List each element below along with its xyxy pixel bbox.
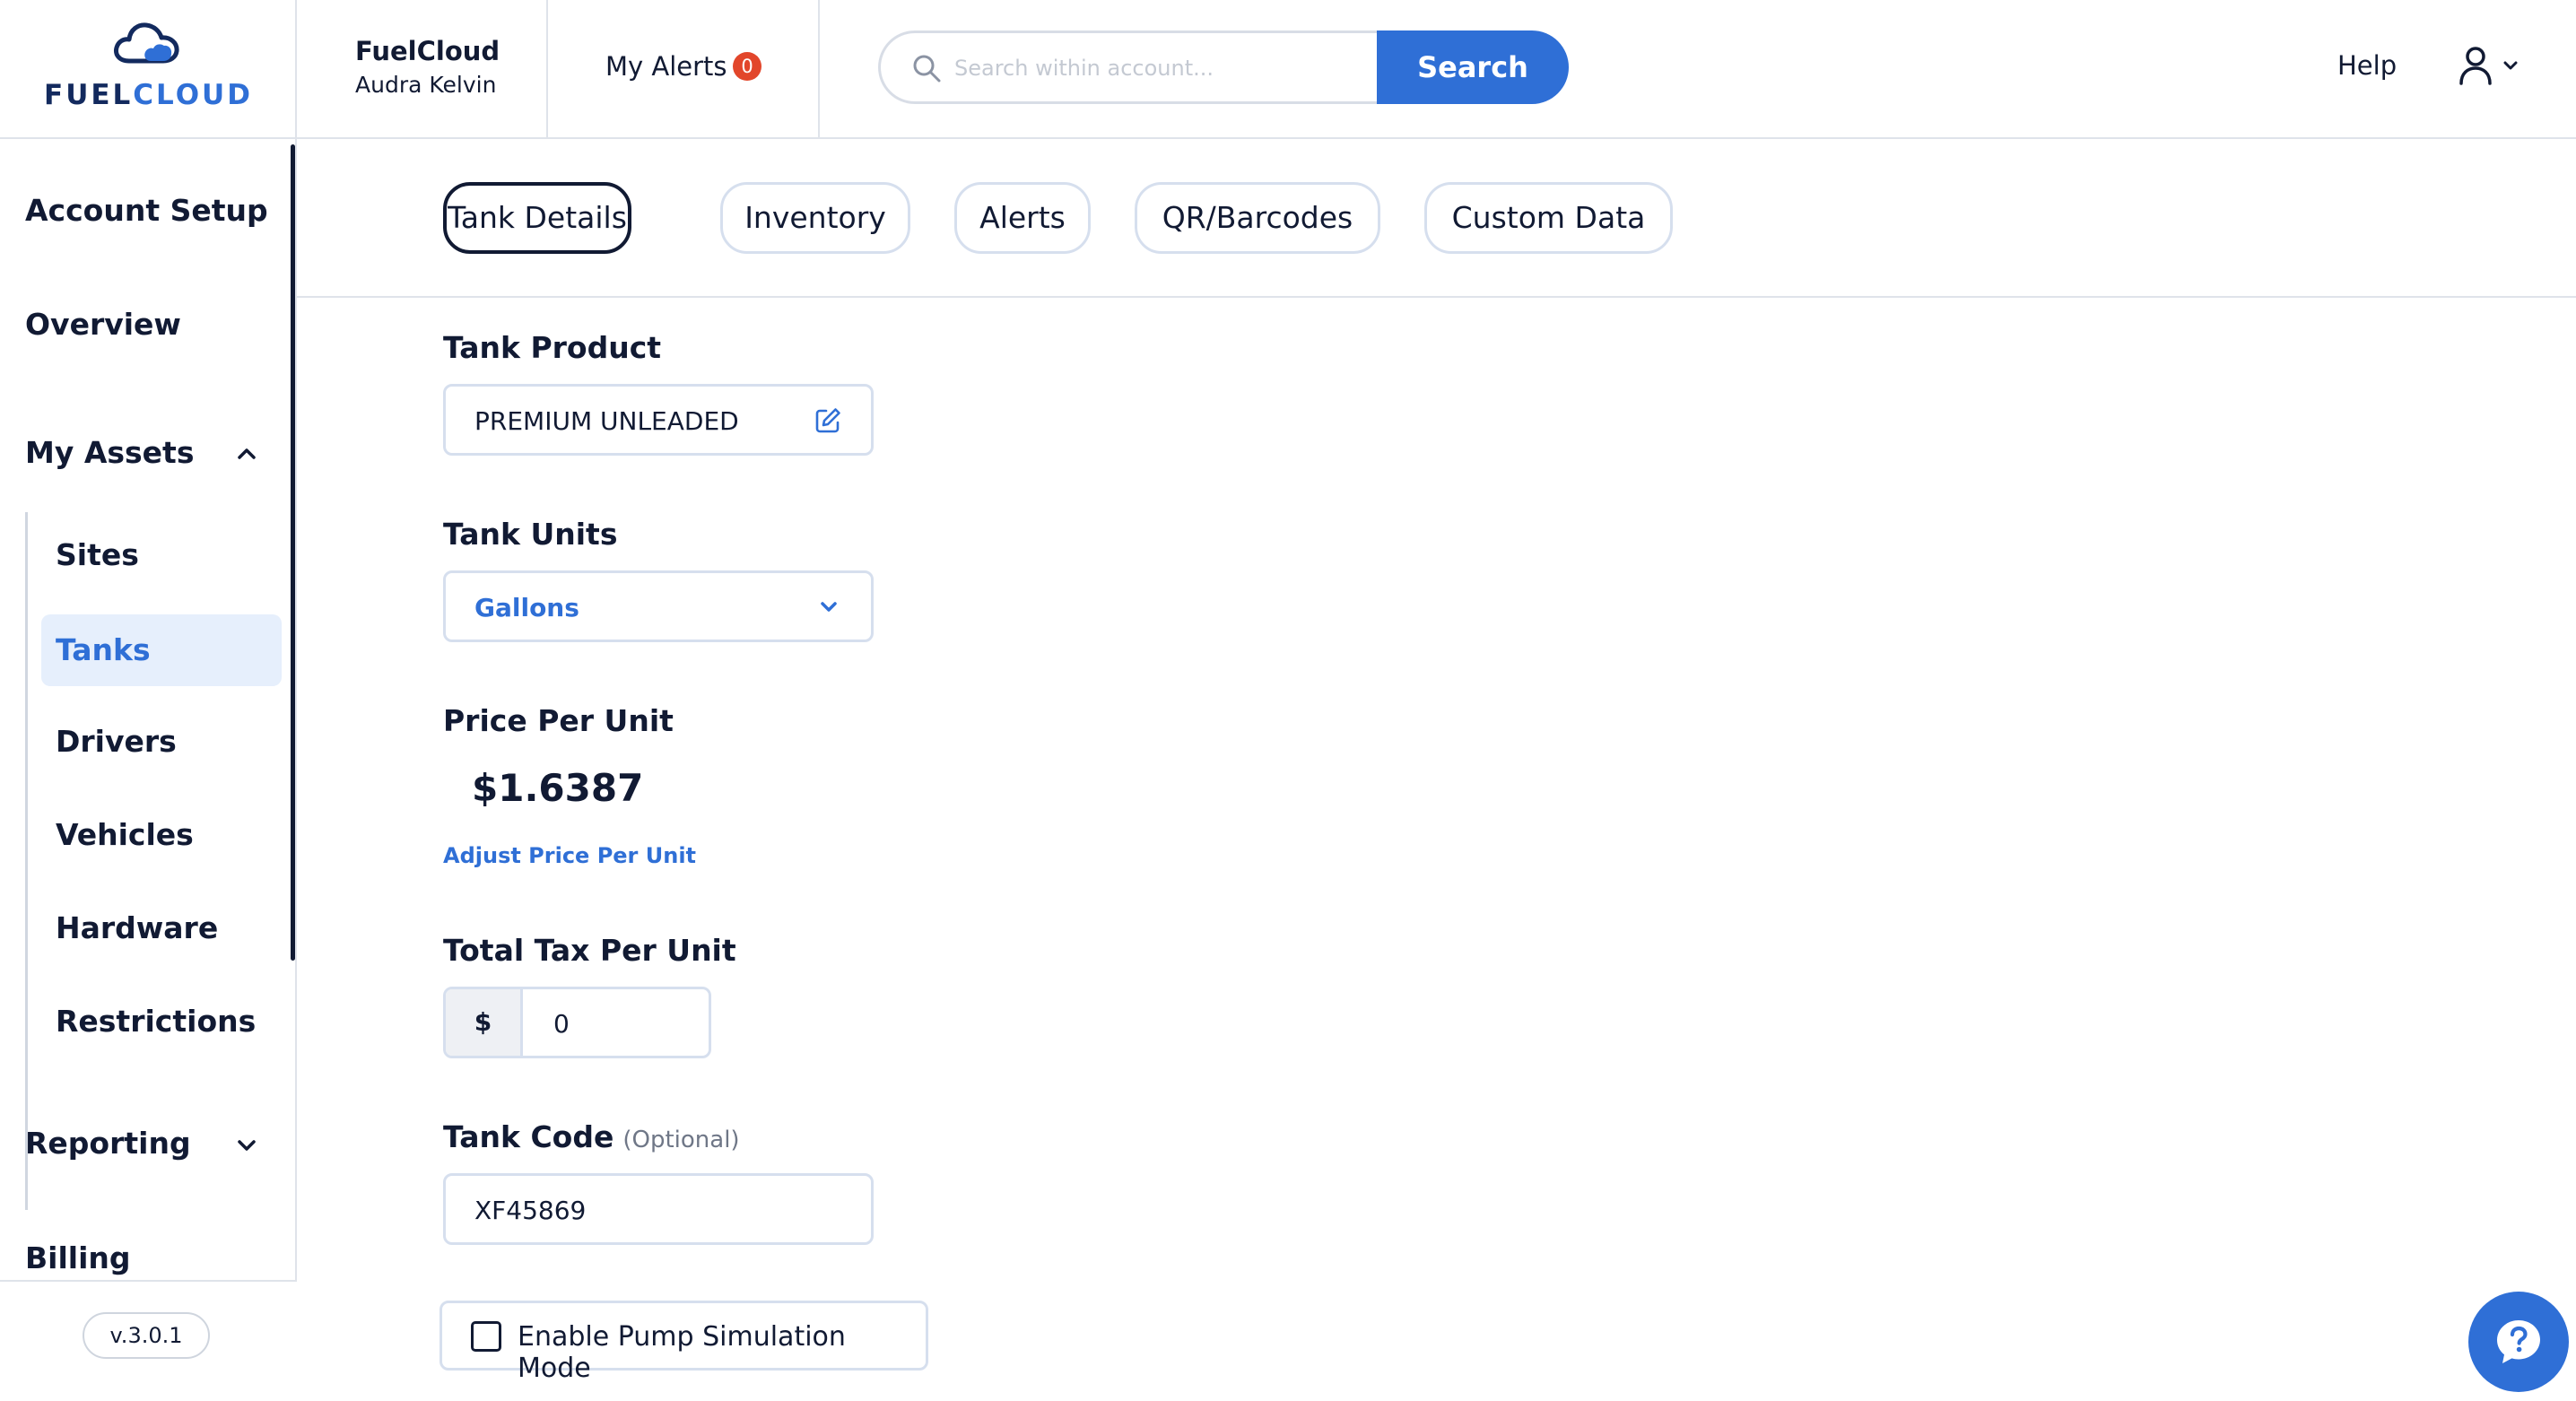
tank-product-label: Tank Product — [443, 330, 662, 365]
chevron-down-icon — [238, 1140, 256, 1151]
tab-alerts[interactable]: Alerts — [954, 182, 1091, 254]
tank-units-label: Tank Units — [443, 517, 618, 552]
subnav-divider — [25, 512, 28, 1210]
currency-prefix: $ — [446, 989, 523, 1056]
edit-icon[interactable] — [814, 406, 842, 435]
chevron-down-icon — [821, 602, 837, 612]
total-tax-field[interactable]: $ 0 — [443, 987, 711, 1058]
sidebar-footer: v.3.0.1 — [0, 1280, 297, 1401]
price-per-unit-label: Price Per Unit — [443, 703, 674, 738]
tank-units-value: Gallons — [474, 593, 579, 622]
tab-custom-data[interactable]: Custom Data — [1424, 182, 1673, 254]
alerts-count-badge: 0 — [733, 52, 761, 81]
sidebar-item-tanks[interactable]: Tanks — [41, 614, 282, 686]
search-bar: Search — [878, 30, 1569, 104]
tank-code-value: XF45869 — [474, 1196, 587, 1225]
user-menu[interactable] — [2458, 45, 2529, 90]
sidebar-item-overview[interactable]: Overview — [25, 307, 181, 342]
tank-product-value: PREMIUM UNLEADED — [474, 406, 739, 436]
total-tax-value: 0 — [553, 1009, 570, 1039]
sidebar-item-billing[interactable]: Billing — [25, 1240, 131, 1275]
help-chat-icon — [2497, 1320, 2540, 1363]
sidebar-item-restrictions[interactable]: Restrictions — [41, 986, 282, 1057]
tank-code-field[interactable]: XF45869 — [443, 1173, 874, 1245]
sidebar-item-label: Reporting — [25, 1126, 191, 1161]
sidebar-item-drivers[interactable]: Drivers — [41, 706, 282, 778]
search-icon — [913, 55, 941, 83]
total-tax-label: Total Tax Per Unit — [443, 933, 736, 968]
account-name: FuelCloud — [355, 36, 500, 66]
tank-code-label: Tank Code (Optional) — [443, 1119, 740, 1154]
sidebar-item-account-setup[interactable]: Account Setup — [25, 193, 268, 228]
search-field[interactable] — [878, 30, 1380, 104]
search-button[interactable]: Search — [1377, 30, 1569, 104]
support-chat-button[interactable] — [2468, 1292, 2569, 1392]
help-link[interactable]: Help — [2337, 50, 2397, 81]
account-switcher[interactable]: FuelCloud Audra Kelvin — [297, 0, 548, 139]
cloud-logo-icon — [114, 22, 179, 64]
logo[interactable]: FUELCLOUD — [0, 0, 297, 139]
chevron-up-icon — [238, 448, 256, 459]
chevron-down-icon — [2503, 61, 2518, 70]
version-badge: v.3.0.1 — [83, 1312, 210, 1359]
sidebar: Account Setup Overview My Assets Sites T… — [0, 139, 297, 1401]
tab-qr-barcodes[interactable]: QR/Barcodes — [1135, 182, 1380, 254]
tank-units-select[interactable]: Gallons — [443, 570, 874, 642]
tab-inventory[interactable]: Inventory — [720, 182, 910, 254]
sidebar-item-sites[interactable]: Sites — [41, 519, 282, 591]
alerts-label: My Alerts — [605, 51, 727, 82]
adjust-price-link[interactable]: Adjust Price Per Unit — [443, 843, 696, 868]
user-icon — [2459, 47, 2492, 85]
sidebar-item-vehicles[interactable]: Vehicles — [41, 799, 282, 871]
my-alerts-button[interactable]: My Alerts 0 — [548, 0, 820, 139]
pump-simulation-checkbox[interactable] — [471, 1321, 501, 1352]
sidebar-item-hardware[interactable]: Hardware — [41, 892, 282, 964]
tank-tabs: Tank Details Inventory Alerts QR/Barcode… — [297, 139, 2576, 298]
pump-simulation-toggle[interactable]: Enable Pump Simulation Mode — [439, 1301, 928, 1384]
price-per-unit-value: $1.6387 — [472, 766, 644, 810]
tank-product-field[interactable]: PREMIUM UNLEADED — [443, 384, 874, 456]
sidebar-scrollbar[interactable] — [291, 144, 295, 961]
logo-wordmark: FUELCLOUD — [44, 79, 253, 111]
sidebar-item-label: My Assets — [25, 435, 195, 470]
tab-tank-details[interactable]: Tank Details — [443, 182, 631, 254]
pump-simulation-label: Enable Pump Simulation Mode — [518, 1321, 846, 1384]
search-input[interactable] — [954, 48, 1367, 89]
optional-tag: (Optional) — [622, 1127, 740, 1153]
top-header: FUELCLOUD FuelCloud Audra Kelvin My Aler… — [0, 0, 2576, 139]
account-user: Audra Kelvin — [355, 72, 497, 98]
